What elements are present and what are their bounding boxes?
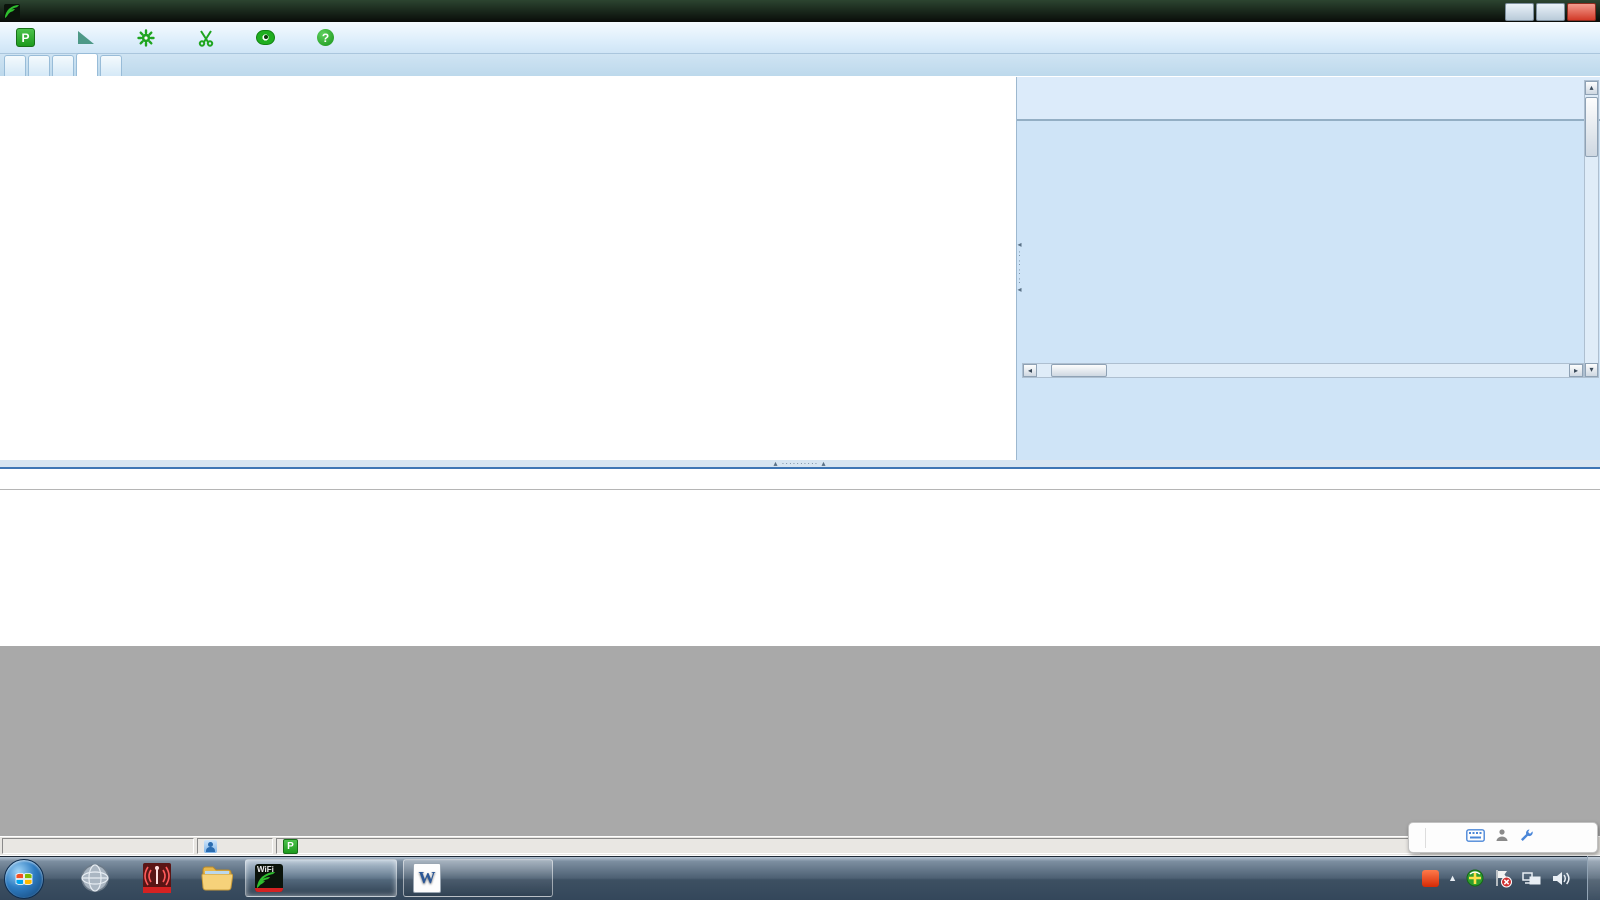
antivirus-tray-icon[interactable] [1466,869,1484,887]
keyboard-icon[interactable] [1466,829,1485,846]
menu-measurement[interactable] [72,25,106,50]
tonscend-logo [1522,24,1592,56]
project-icon: P [16,28,35,47]
tray-expand-icon[interactable]: ▲ [1448,873,1457,883]
tab-test-project[interactable] [4,55,26,76]
info-row-test-vol [1023,224,1585,258]
info-row-test-ant [1023,156,1585,190]
project-icon: P [283,839,298,854]
antenna-app-icon[interactable] [140,862,174,894]
menu-view[interactable] [252,25,286,50]
status-project: P [276,838,1420,854]
menu-bar: P ? [0,22,1600,54]
test-result-table [0,467,1600,646]
volume-icon[interactable] [1551,870,1571,887]
minimize-button[interactable] [1505,3,1534,21]
tab-test-run[interactable] [52,55,74,76]
panel-splitter-handle[interactable]: ◂::::◂ [1016,240,1023,310]
info-row-test-temp [1023,258,1585,292]
hscroll-thumb[interactable] [1051,364,1107,377]
windows-flag-icon [14,869,34,889]
menu-help[interactable]: ? [312,25,346,50]
action-center-flag-icon[interactable] [1493,869,1513,888]
maximize-button[interactable] [1536,3,1565,21]
info-row-test-result [1023,292,1585,326]
start-button[interactable] [4,859,44,899]
screen: P ? [0,0,1600,900]
scroll-up-icon[interactable]: ▴ [1585,81,1598,95]
tab-bar [0,54,1600,77]
show-desktop-button[interactable] [1587,856,1600,900]
window-titlebar [0,0,1600,22]
run-status-text [1032,382,1572,458]
wrench-icon[interactable] [1519,828,1534,848]
taskbar-task-word[interactable]: W [403,859,553,897]
info-row-test-ch [1023,190,1585,224]
vscroll-thumb[interactable] [1585,97,1598,157]
menu-settings[interactable] [132,25,166,50]
empty-workspace [0,646,1600,836]
info-row-test-verdict [1023,326,1585,360]
wifi-app-icon: WiFi [255,864,283,892]
person-icon[interactable] [1495,828,1509,847]
ruler-icon [76,28,95,47]
globe-launcher-icon[interactable] [78,862,112,894]
status-user [197,838,273,854]
app-icon [4,4,20,19]
tab-test-output[interactable] [76,53,98,76]
rf-power-chart-panel [0,77,1016,460]
network-icon[interactable] [1522,869,1542,887]
scroll-down-icon[interactable]: ▾ [1585,363,1598,377]
folder-icon[interactable] [200,862,234,894]
sogou-input-toolbar [1408,822,1598,853]
help-icon: ? [316,28,335,47]
gear-icon [136,28,155,47]
menu-tools[interactable] [192,25,226,50]
taskbar [0,856,1600,900]
menu-project[interactable]: P [12,25,46,50]
info-hscrollbar[interactable]: ◂ ▸ [1022,363,1584,378]
close-button[interactable] [1567,3,1596,21]
system-tray: ▲ [1413,856,1580,900]
tab-test-plan[interactable] [28,55,50,76]
status-company [2,838,194,854]
status-bar: P [0,836,1600,855]
scroll-right-icon[interactable]: ▸ [1569,364,1583,377]
table-splitter[interactable]: ▴ ·········· ▴ [0,460,1600,467]
info-row-test-case [1017,77,1600,121]
tab-test-result[interactable] [100,55,122,76]
sogou-tray-icon[interactable] [1422,870,1439,887]
scroll-left-icon[interactable]: ◂ [1023,364,1037,377]
table-header-row [0,469,1600,490]
scissors-icon [196,28,215,47]
taskbar-task-tonscend[interactable]: WiFi [245,859,397,897]
info-row-test-mod [1023,122,1585,156]
user-icon [204,840,217,853]
eye-icon [256,28,275,47]
word-doc-icon: W [413,863,441,893]
info-vscrollbar[interactable]: ▴ ▾ [1584,80,1599,378]
